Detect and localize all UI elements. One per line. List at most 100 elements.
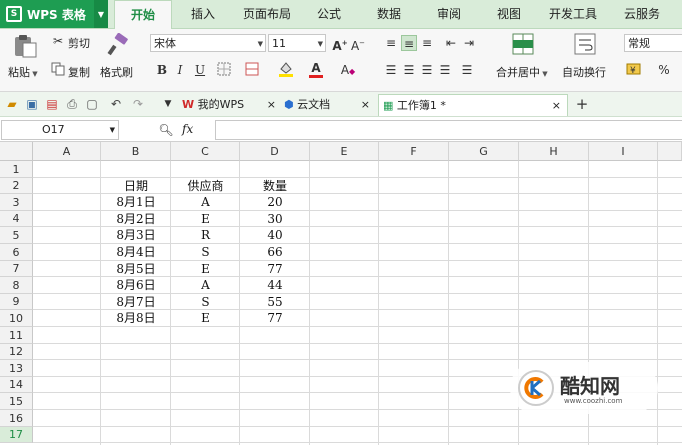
customize-dropdown-icon[interactable]: ▼: [160, 96, 176, 112]
indent-increase-icon[interactable]: ⇥: [461, 35, 477, 51]
column-header-a[interactable]: A: [33, 142, 101, 161]
table-cell[interactable]: 77: [240, 310, 310, 326]
table-cell[interactable]: 20: [240, 194, 310, 210]
close-icon[interactable]: ×: [361, 94, 370, 116]
select-all-corner[interactable]: [0, 142, 33, 161]
row-header-4[interactable]: 4: [0, 211, 33, 227]
merge-center-icon[interactable]: [512, 33, 534, 55]
row-header-9[interactable]: 9: [0, 294, 33, 310]
row-header-12[interactable]: 12: [0, 344, 33, 360]
table-header-cell[interactable]: 供应商: [171, 178, 240, 194]
tab-formula[interactable]: 公式: [306, 0, 352, 28]
format-painter-icon[interactable]: [106, 32, 132, 57]
row-header-16[interactable]: 16: [0, 410, 33, 427]
row-header-7[interactable]: 7: [0, 261, 33, 277]
copy-icon[interactable]: [50, 62, 66, 78]
font-size-select[interactable]: 11 ▼: [268, 34, 326, 52]
align-middle-icon[interactable]: ≡: [401, 35, 417, 51]
tab-developer[interactable]: 开发工具: [540, 0, 606, 28]
table-cell[interactable]: 8月8日: [101, 310, 171, 326]
zoom-icon[interactable]: 🔍︎: [158, 122, 174, 138]
row-header-5[interactable]: 5: [0, 227, 33, 244]
row-header-3[interactable]: 3: [0, 194, 33, 211]
column-header-f[interactable]: F: [379, 142, 449, 161]
wrap-text-button[interactable]: 自动换行: [562, 64, 606, 80]
table-cell[interactable]: 8月7日: [101, 294, 171, 310]
table-cell[interactable]: 8月6日: [101, 277, 171, 293]
wrap-text-icon[interactable]: [574, 33, 596, 55]
table-cell[interactable]: E: [171, 211, 240, 227]
redo-icon[interactable]: ↷: [130, 96, 146, 112]
export-pdf-icon[interactable]: ▤: [44, 96, 60, 112]
tab-workbook[interactable]: ▦ 工作簿1 * ×: [378, 94, 568, 116]
column-header-e[interactable]: E: [310, 142, 379, 161]
fill-pattern-icon[interactable]: [244, 62, 260, 78]
table-cell[interactable]: 8月1日: [101, 194, 171, 210]
tab-page-layout[interactable]: 页面布局: [236, 0, 298, 28]
column-header-b[interactable]: B: [101, 142, 171, 161]
italic-button[interactable]: I: [172, 62, 188, 78]
table-cell[interactable]: 8月5日: [101, 261, 171, 277]
fill-color-icon[interactable]: [278, 60, 294, 77]
row-header-1[interactable]: 1: [0, 161, 33, 178]
percent-button[interactable]: %: [656, 62, 672, 78]
distribute-icon[interactable]: ☰: [459, 62, 475, 78]
table-cell[interactable]: 8月2日: [101, 211, 171, 227]
row-header-8[interactable]: 8: [0, 277, 33, 294]
new-tab-icon[interactable]: +: [574, 96, 590, 112]
merge-center-button[interactable]: 合并居中 ▼: [496, 64, 548, 80]
table-cell[interactable]: A: [171, 277, 240, 293]
close-icon[interactable]: ×: [267, 94, 276, 116]
table-header-cell[interactable]: 数量: [240, 178, 310, 194]
underline-button[interactable]: U: [192, 62, 208, 78]
table-cell[interactable]: A: [171, 194, 240, 210]
font-color-button[interactable]: A: [308, 60, 324, 76]
tab-cloud-docs[interactable]: ⬢ 云文档 ×: [284, 94, 372, 116]
scissors-icon[interactable]: ✂: [50, 33, 66, 49]
table-cell[interactable]: S: [171, 294, 240, 310]
tab-view[interactable]: 视图: [486, 0, 532, 28]
save-icon[interactable]: ▣: [24, 96, 40, 112]
increase-font-icon[interactable]: A+: [332, 35, 348, 53]
clear-format-icon[interactable]: A◆: [340, 62, 356, 78]
table-cell[interactable]: 8月4日: [101, 244, 171, 260]
table-cell[interactable]: S: [171, 244, 240, 260]
row-header-17[interactable]: 17: [0, 427, 33, 443]
row-header-13[interactable]: 13: [0, 360, 33, 377]
fx-button[interactable]: fx: [182, 122, 193, 136]
column-header-d[interactable]: D: [240, 142, 310, 161]
bold-button[interactable]: B: [154, 62, 170, 78]
currency-icon[interactable]: ¥: [626, 62, 642, 78]
table-cell[interactable]: 55: [240, 294, 310, 310]
row-header-15[interactable]: 15: [0, 393, 33, 410]
column-header-c[interactable]: C: [171, 142, 240, 161]
font-name-select[interactable]: 宋体 ▼: [150, 34, 266, 52]
tab-data[interactable]: 数据: [366, 0, 412, 28]
app-dropdown-icon[interactable]: ▼: [94, 0, 108, 28]
table-cell[interactable]: E: [171, 310, 240, 326]
table-cell[interactable]: 30: [240, 211, 310, 227]
row-header-6[interactable]: 6: [0, 244, 33, 261]
column-header-g[interactable]: G: [449, 142, 519, 161]
tab-review[interactable]: 审阅: [426, 0, 472, 28]
table-cell[interactable]: 8月3日: [101, 227, 171, 243]
undo-icon[interactable]: ↶: [108, 96, 124, 112]
align-center-icon[interactable]: ☰: [401, 62, 417, 78]
row-header-2[interactable]: 2: [0, 178, 33, 194]
column-header-i[interactable]: I: [589, 142, 658, 161]
print-icon[interactable]: ⎙: [64, 96, 80, 112]
table-cell[interactable]: 40: [240, 227, 310, 243]
border-icon[interactable]: [216, 62, 232, 78]
formula-input[interactable]: [215, 120, 682, 140]
print-preview-icon[interactable]: ▢: [84, 96, 100, 112]
align-right-icon[interactable]: ☰: [419, 62, 435, 78]
align-bottom-icon[interactable]: ≡: [419, 35, 435, 51]
paste-button[interactable]: 粘贴 ▼: [8, 64, 38, 80]
table-cell[interactable]: 66: [240, 244, 310, 260]
table-cell[interactable]: E: [171, 261, 240, 277]
copy-button[interactable]: 复制: [68, 64, 90, 80]
tab-my-wps[interactable]: W 我的WPS ×: [182, 94, 280, 116]
cut-button[interactable]: 剪切: [68, 35, 90, 51]
tab-cloud-service[interactable]: 云服务: [612, 0, 672, 28]
column-header-j[interactable]: [658, 142, 682, 161]
